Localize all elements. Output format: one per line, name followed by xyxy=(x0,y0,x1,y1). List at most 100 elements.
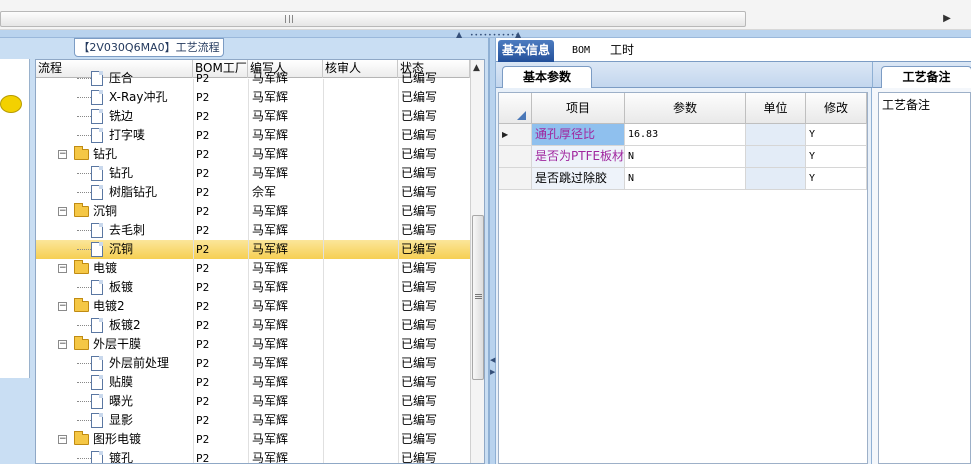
tree-row[interactable]: 贴膜 P2 马军辉 已编写 xyxy=(36,373,470,392)
horizontal-scrollbar[interactable] xyxy=(0,11,746,27)
tab-work-hours[interactable]: 工时 xyxy=(606,40,638,62)
tree-row[interactable]: − 电镀2 P2 马军辉 已编写 xyxy=(36,297,470,316)
writer-cell: 马军辉 xyxy=(252,394,289,408)
tree-row[interactable]: 树脂钻孔 P2 佘军 已编写 xyxy=(36,183,470,202)
tree-row[interactable]: − 沉铜 P2 马军辉 已编写 xyxy=(36,202,470,221)
param-value-cell[interactable]: 16.83 xyxy=(625,124,746,146)
status-cell: 已编写 xyxy=(401,90,438,104)
tree-body: 压合 P2 马军辉 已编写 X-Ray冲孔 P2 马军辉 已编写 铣边 P2 马军辉 已编写 打字唛 P2… xyxy=(36,71,470,464)
param-item-cell: 是否跳过除胶 xyxy=(532,168,625,190)
tree-item-label: 钻孔 xyxy=(109,166,134,180)
collapse-toggle-icon[interactable]: − xyxy=(58,302,67,311)
row-selector[interactable]: ▶ xyxy=(499,124,532,146)
tree-item-label: 显影 xyxy=(109,413,134,427)
tree-row[interactable]: − 钻孔 P2 马军辉 已编写 xyxy=(36,145,470,164)
tree-row[interactable]: − 外层干膜 P2 马军辉 已编写 xyxy=(36,335,470,354)
bom-cell: P2 xyxy=(196,452,210,464)
writer-cell: 马军辉 xyxy=(252,451,289,464)
vertical-splitter[interactable]: ◀ ▶ xyxy=(489,38,496,464)
param-unit-cell[interactable] xyxy=(746,124,806,146)
bom-cell: P2 xyxy=(196,395,210,408)
param-value-cell[interactable]: N xyxy=(625,168,746,190)
collapse-toggle-icon[interactable]: − xyxy=(58,435,67,444)
scroll-right-arrow-icon[interactable]: ▶ xyxy=(940,11,954,27)
writer-cell: 马军辉 xyxy=(252,204,289,218)
folder-icon xyxy=(74,203,89,217)
grid-header-item[interactable]: 项目 xyxy=(532,93,625,124)
tree-row[interactable]: 铣边 P2 马军辉 已编写 xyxy=(36,107,470,126)
detail-tabs: 基本信息 BOM 工时 xyxy=(496,38,971,62)
tree-row[interactable]: 镀孔 P2 马军辉 已编写 xyxy=(36,449,470,464)
grid-header-param[interactable]: 参数 xyxy=(625,93,746,124)
collapse-toggle-icon[interactable]: − xyxy=(58,207,67,216)
chat-bubble-icon[interactable] xyxy=(0,95,22,113)
remarks-textarea[interactable]: 工艺备注 xyxy=(878,92,971,464)
tree-connector xyxy=(77,173,91,174)
splitter-left-arrow-icon[interactable]: ◀ xyxy=(490,356,495,364)
tree-item-label: 铣边 xyxy=(109,109,134,123)
collapse-toggle-icon[interactable]: − xyxy=(58,150,67,159)
param-row[interactable]: 是否为PTFE板材 N Y xyxy=(499,146,867,168)
bom-cell: P2 xyxy=(196,357,210,370)
tree-row[interactable]: 板镀2 P2 马军辉 已编写 xyxy=(36,316,470,335)
param-unit-cell[interactable] xyxy=(746,168,806,190)
folder-icon xyxy=(74,298,89,312)
tree-item-label: 压合 xyxy=(109,71,134,85)
param-modify-cell[interactable]: Y xyxy=(806,168,867,190)
horizontal-splitter[interactable]: ▲ ••••••••••• ▲ xyxy=(0,30,971,39)
grid-header-modify[interactable]: 修改 xyxy=(806,93,867,124)
param-modify-cell[interactable]: Y xyxy=(806,146,867,168)
tab-basic-info[interactable]: 基本信息 xyxy=(498,40,555,62)
param-item-cell: 是否为PTFE板材 xyxy=(532,146,625,168)
tree-row[interactable]: 钻孔 P2 马军辉 已编写 xyxy=(36,164,470,183)
tree-row[interactable]: 打字唛 P2 马军辉 已编写 xyxy=(36,126,470,145)
tree-row[interactable]: 压合 P2 马军辉 已编写 xyxy=(36,69,470,88)
tree-row[interactable]: − 电镀 P2 马军辉 已编写 xyxy=(36,259,470,278)
param-unit-cell[interactable] xyxy=(746,146,806,168)
scroll-up-arrow-icon[interactable]: ▲ xyxy=(473,63,480,73)
row-selector[interactable] xyxy=(499,168,532,190)
tree-item-label: 去毛刺 xyxy=(109,223,146,237)
tab-process-remarks[interactable]: 工艺备注 xyxy=(881,66,971,88)
status-cell: 已编写 xyxy=(401,147,438,161)
param-row[interactable]: 是否跳过除胶 N Y xyxy=(499,168,867,190)
vertical-scrollbar[interactable]: ▲ xyxy=(470,60,484,463)
grid-corner[interactable] xyxy=(499,93,532,124)
folder-icon xyxy=(74,146,89,160)
tree-item-label: 钻孔 xyxy=(93,147,118,161)
document-icon xyxy=(91,394,103,409)
tree-row[interactable]: − 图形电镀 P2 马军辉 已编写 xyxy=(36,430,470,449)
params-tabbar: 基本参数 xyxy=(496,62,872,88)
scroll-thumb[interactable] xyxy=(472,215,484,380)
status-cell: 已编写 xyxy=(401,413,438,427)
param-row[interactable]: ▶ 通孔厚径比 16.83 Y xyxy=(499,124,867,146)
folder-icon xyxy=(74,260,89,274)
column-divider xyxy=(398,79,399,463)
collapse-toggle-icon[interactable]: − xyxy=(58,264,67,273)
tree-item-label: 图形电镀 xyxy=(93,432,142,446)
param-value-cell[interactable]: N xyxy=(625,146,746,168)
status-cell: 已编写 xyxy=(401,261,438,275)
tab-bom[interactable]: BOM xyxy=(568,40,594,62)
writer-cell: 马军辉 xyxy=(252,280,289,294)
writer-cell: 马军辉 xyxy=(252,128,289,142)
tree-row[interactable]: 曝光 P2 马军辉 已编写 xyxy=(36,392,470,411)
grid-header-unit[interactable]: 单位 xyxy=(746,93,806,124)
tree-row[interactable]: 板镀 P2 马军辉 已编写 xyxy=(36,278,470,297)
tree-item-label: 电镀2 xyxy=(93,299,125,313)
status-cell: 已编写 xyxy=(401,318,438,332)
tree-row[interactable]: 去毛刺 P2 马军辉 已编写 xyxy=(36,221,470,240)
tree-item-label: 沉铜 xyxy=(109,242,134,256)
writer-cell: 马军辉 xyxy=(252,147,289,161)
splitter-right-arrow-icon[interactable]: ▶ xyxy=(490,368,495,376)
param-modify-cell[interactable]: Y xyxy=(806,124,867,146)
row-selector[interactable] xyxy=(499,146,532,168)
tree-row[interactable]: 外层前处理 P2 马军辉 已编写 xyxy=(36,354,470,373)
tree-row[interactable]: 沉铜 P2 马军辉 已编写 xyxy=(36,240,470,259)
tab-basic-params[interactable]: 基本参数 xyxy=(502,66,592,88)
process-remarks-panel: 工艺备注 工艺备注 xyxy=(872,62,971,464)
tree-row[interactable]: 显影 P2 马军辉 已编写 xyxy=(36,411,470,430)
process-flow-tab[interactable]: 【2V030Q6MA0】工艺流程 xyxy=(74,38,224,57)
collapse-toggle-icon[interactable]: − xyxy=(58,340,67,349)
tree-row[interactable]: X-Ray冲孔 P2 马军辉 已编写 xyxy=(36,88,470,107)
